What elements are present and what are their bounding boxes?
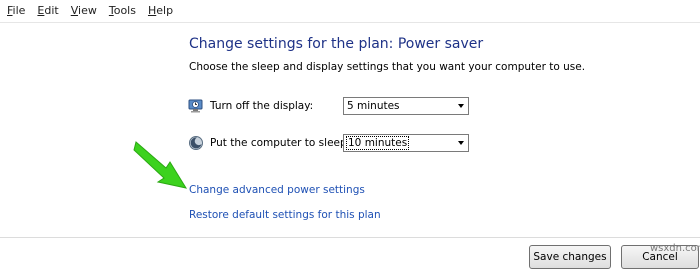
chevron-down-icon bbox=[458, 104, 464, 108]
monitor-clock-icon bbox=[188, 98, 204, 114]
restore-default-settings-link[interactable]: Restore default settings for this plan bbox=[189, 209, 381, 221]
save-changes-button[interactable]: Save changes bbox=[529, 245, 611, 269]
sleep-label: Put the computer to sleep: bbox=[210, 137, 351, 149]
menu-edit[interactable]: Edit bbox=[31, 0, 64, 22]
page-subtitle: Choose the sleep and display settings th… bbox=[189, 61, 586, 73]
moon-sleep-icon bbox=[188, 135, 204, 151]
page-title: Change settings for the plan: Power save… bbox=[189, 36, 484, 52]
sleep-setting-row: Put the computer to sleep: bbox=[188, 133, 350, 153]
display-label: Turn off the display: bbox=[210, 100, 314, 112]
display-setting-row: Turn off the display: bbox=[188, 96, 313, 116]
change-advanced-power-settings-link[interactable]: Change advanced power settings bbox=[189, 184, 365, 196]
display-timeout-select[interactable]: 5 minutes bbox=[343, 97, 469, 115]
sleep-timeout-select[interactable]: 10 minutes bbox=[343, 134, 469, 152]
menu-tools[interactable]: Tools bbox=[103, 0, 142, 22]
menu-bar: File Edit View Tools Help bbox=[0, 0, 700, 23]
watermark: wsxdn.com bbox=[650, 243, 700, 254]
menu-file[interactable]: File bbox=[0, 0, 31, 22]
chevron-down-icon bbox=[458, 141, 464, 145]
menu-view[interactable]: View bbox=[65, 0, 103, 22]
menu-help[interactable]: Help bbox=[142, 0, 179, 22]
pointer-arrow-icon bbox=[133, 141, 188, 189]
footer-divider bbox=[0, 237, 700, 238]
